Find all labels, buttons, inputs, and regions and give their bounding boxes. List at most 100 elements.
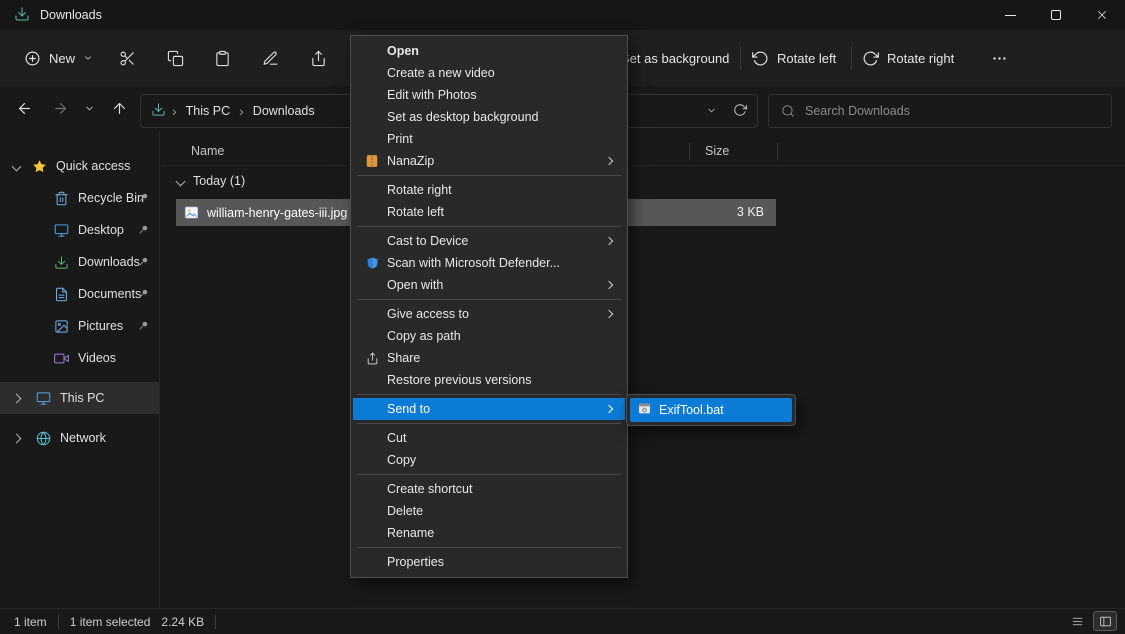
sidebar-item-label: Network	[60, 431, 106, 445]
defender-shield-icon	[364, 255, 380, 271]
expand-chevron-icon[interactable]	[12, 161, 22, 171]
star-icon	[32, 159, 47, 174]
menu-item-open-with[interactable]: Open with	[353, 274, 625, 296]
search-icon	[781, 104, 795, 118]
menu-item-nanazip[interactable]: NanaZip	[353, 150, 625, 172]
thumbnail-view-button[interactable]	[1093, 611, 1117, 631]
sidebar-item-quick-access[interactable]: Quick access	[0, 150, 159, 182]
rotate-right-button[interactable]: Rotate right	[862, 42, 954, 74]
menu-item-label: Rotate left	[387, 205, 444, 219]
downloads-icon	[54, 255, 69, 270]
details-view-button[interactable]	[1065, 611, 1089, 631]
arrow-right-icon	[52, 100, 69, 117]
menu-item-label: Copy	[387, 453, 416, 467]
menu-item-give-access-to[interactable]: Give access to	[353, 303, 625, 325]
menu-item-send-to[interactable]: Send to	[353, 398, 625, 420]
column-divider[interactable]	[777, 143, 778, 161]
copy-button[interactable]	[158, 42, 192, 74]
menu-item-label: Delete	[387, 504, 423, 518]
sidebar-item-pictures[interactable]: Pictures	[0, 310, 159, 342]
menu-item-copy-as-path[interactable]: Copy as path	[353, 325, 625, 347]
menu-item-rotate-right[interactable]: Rotate right	[353, 179, 625, 201]
pin-icon	[138, 192, 149, 206]
column-header-size[interactable]: Size	[705, 144, 729, 158]
more-icon	[991, 50, 1008, 67]
thumbnail-view-icon	[1099, 615, 1112, 628]
column-divider[interactable]	[689, 143, 690, 161]
menu-item-cut[interactable]: Cut	[353, 427, 625, 449]
menu-item-label: Copy as path	[387, 329, 461, 343]
rotate-left-button[interactable]: Rotate left	[752, 42, 836, 74]
chevron-down-icon	[84, 103, 95, 114]
menu-item-properties[interactable]: Properties	[353, 551, 625, 573]
new-button[interactable]: New	[12, 41, 105, 75]
share-button[interactable]	[301, 42, 335, 74]
rotate-right-label: Rotate right	[887, 51, 954, 66]
menu-item-restore-previous-versions[interactable]: Restore previous versions	[353, 369, 625, 391]
menu-item-label: Give access to	[387, 307, 469, 321]
maximize-icon	[1051, 10, 1061, 20]
menu-item-print[interactable]: Print	[353, 128, 625, 150]
menu-item-open[interactable]: Open	[353, 40, 625, 62]
menu-item-edit-with-photos[interactable]: Edit with Photos	[353, 84, 625, 106]
menu-item-create-shortcut[interactable]: Create shortcut	[353, 478, 625, 500]
submenu-item-exiftool-bat[interactable]: ExifTool.bat	[630, 398, 792, 422]
menu-item-label: Scan with Microsoft Defender...	[387, 256, 560, 270]
menu-item-label: Cut	[387, 431, 406, 445]
downloads-folder-icon	[14, 6, 30, 25]
menu-item-label: Print	[387, 132, 413, 146]
file-size: 3 KB	[737, 205, 764, 219]
sidebar-item-videos[interactable]: Videos	[0, 342, 159, 374]
refresh-icon	[733, 103, 747, 117]
expand-chevron-icon[interactable]	[12, 393, 22, 403]
breadcrumb-item-downloads[interactable]: Downloads	[250, 104, 318, 118]
collapse-chevron-icon[interactable]	[176, 176, 186, 186]
up-button[interactable]	[103, 93, 135, 123]
menu-item-delete[interactable]: Delete	[353, 500, 625, 522]
column-header-name[interactable]: Name	[191, 144, 224, 158]
menu-item-create-a-new-video[interactable]: Create a new video	[353, 62, 625, 84]
sidebar-item-label: Documents	[78, 287, 141, 301]
toolbar-separator	[851, 46, 852, 70]
menu-item-rotate-left[interactable]: Rotate left	[353, 201, 625, 223]
expand-chevron-icon[interactable]	[12, 433, 22, 443]
back-button[interactable]	[8, 93, 40, 123]
sidebar-item-documents[interactable]: Documents	[0, 278, 159, 310]
recent-locations-button[interactable]	[76, 93, 102, 123]
rotate-left-icon	[752, 50, 769, 67]
selection-size: 2.24 KB	[161, 615, 204, 629]
sidebar-item-this-pc[interactable]: This PC	[0, 382, 159, 414]
documents-icon	[54, 287, 69, 302]
refresh-button[interactable]	[733, 103, 747, 120]
sidebar-item-desktop[interactable]: Desktop	[0, 214, 159, 246]
breadcrumb-item-this-pc[interactable]: This PC	[183, 104, 233, 118]
paste-button[interactable]	[205, 42, 239, 74]
menu-item-set-as-desktop-background[interactable]: Set as desktop background	[353, 106, 625, 128]
menu-item-copy[interactable]: Copy	[353, 449, 625, 471]
file-name: william-henry-gates-iii.jpg	[207, 206, 347, 220]
sidebar-item-recycle-bin[interactable]: Recycle Bin	[0, 182, 159, 214]
cut-button[interactable]	[110, 42, 144, 74]
menu-separator	[357, 299, 621, 300]
close-button[interactable]	[1079, 0, 1125, 30]
status-divider	[215, 615, 216, 629]
address-dropdown-button[interactable]	[706, 104, 717, 119]
sidebar-item-network[interactable]: Network	[0, 422, 159, 454]
menu-separator	[357, 394, 621, 395]
group-header-today[interactable]: Today (1)	[177, 174, 245, 188]
minimize-button[interactable]	[987, 0, 1033, 30]
menu-item-cast-to-device[interactable]: Cast to Device	[353, 230, 625, 252]
paste-icon	[214, 50, 231, 67]
forward-button[interactable]	[44, 93, 76, 123]
menu-item-scan-with-microsoft-defender[interactable]: Scan with Microsoft Defender...	[353, 252, 625, 274]
search-input[interactable]	[805, 104, 1099, 118]
send-to-submenu: ExifTool.bat	[626, 394, 796, 426]
menu-item-share[interactable]: Share	[353, 347, 625, 369]
menu-item-rename[interactable]: Rename	[353, 522, 625, 544]
sidebar-item-downloads[interactable]: Downloads	[0, 246, 159, 278]
maximize-button[interactable]	[1033, 0, 1079, 30]
rename-button[interactable]	[253, 42, 287, 74]
more-options-button[interactable]	[982, 42, 1016, 74]
share-icon	[310, 50, 327, 67]
new-button-label: New	[49, 51, 75, 66]
